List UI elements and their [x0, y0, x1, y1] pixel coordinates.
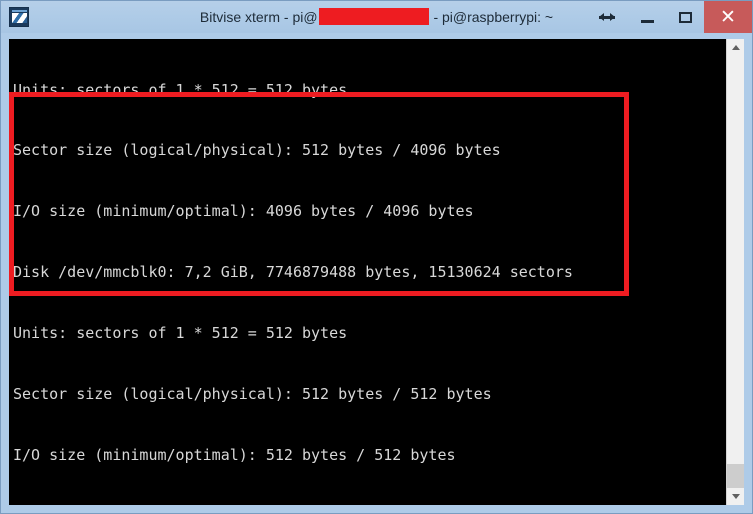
terminal-screen[interactable]: Units: sectors of 1 * 512 = 512 bytes Se… [9, 39, 744, 505]
scroll-down-button[interactable] [727, 488, 744, 505]
resize-button[interactable] [586, 1, 628, 33]
maximize-button[interactable] [666, 1, 704, 33]
close-button[interactable]: ✕ [704, 1, 752, 33]
chevron-up-icon [731, 45, 740, 50]
window-title-prefix: Bitvise xterm - pi@ [199, 9, 318, 25]
resize-arrows-icon [599, 12, 615, 22]
terminal-line: Disk /dev/mmcblk0: 7,2 GiB, 7746879488 b… [13, 263, 573, 282]
terminal-line: I/O size (minimum/optimal): 512 bytes / … [13, 445, 456, 464]
redacted-hostname [318, 8, 429, 25]
terminal-line: Sector size (logical/physical): 512 byte… [13, 385, 492, 404]
terminal-output: Units: sectors of 1 * 512 = 512 bytes Se… [13, 39, 722, 505]
title-bar[interactable]: Bitvise xterm - pi@ - pi@raspberrypi: ~ … [1, 1, 752, 33]
terminal-scrollbar[interactable] [726, 39, 744, 505]
terminal-frame: Units: sectors of 1 * 512 = 512 bytes Se… [1, 33, 752, 513]
window-controls: ✕ [586, 1, 752, 33]
terminal-window: Bitvise xterm - pi@ - pi@raspberrypi: ~ … [0, 0, 753, 514]
minimize-button[interactable] [628, 1, 666, 33]
terminal-line: Sector size (logical/physical): 512 byte… [13, 141, 501, 160]
terminal-line: Units: sectors of 1 * 512 = 512 bytes [13, 80, 348, 99]
terminal-line: I/O size (minimum/optimal): 4096 bytes /… [13, 202, 474, 221]
terminal-line: Units: sectors of 1 * 512 = 512 bytes [13, 324, 348, 343]
minimize-icon [640, 19, 654, 23]
chevron-down-icon [731, 494, 740, 499]
window-title-suffix: - pi@raspberrypi: ~ [429, 9, 554, 25]
maximize-icon [678, 11, 692, 23]
scroll-up-button[interactable] [727, 39, 744, 56]
close-icon: ✕ [720, 6, 736, 28]
